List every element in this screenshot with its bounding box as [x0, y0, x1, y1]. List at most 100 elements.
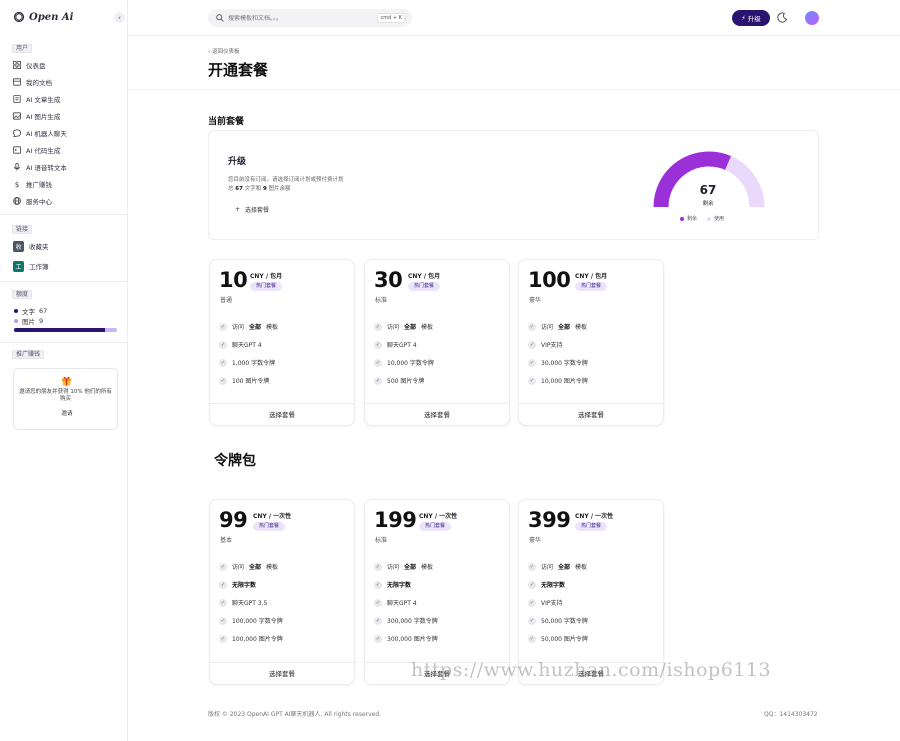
feature-text: 聊天GPT 4: [387, 342, 417, 349]
feature-bold: 全部: [249, 564, 262, 571]
divider: [0, 214, 128, 215]
upgrade-button[interactable]: ⚡ 升级: [732, 10, 770, 26]
sidebar-item-chat[interactable]: AI 机器人聊天: [13, 128, 67, 138]
brand[interactable]: Open Ai: [13, 11, 73, 23]
chat-icon: [13, 129, 21, 137]
choose-pack-button[interactable]: 选择套餐: [210, 662, 354, 684]
check-icon: ✓: [528, 598, 536, 607]
feature-bold: 全部: [404, 324, 417, 331]
images-balance: 9: [262, 186, 267, 192]
check-icon: ✓: [374, 580, 382, 589]
sidebar-item-speech[interactable]: AI 语音转文本: [13, 162, 67, 172]
plan-tier: 普通: [220, 297, 233, 304]
image-icon: [13, 112, 21, 120]
feature-item: ✓ 聊天GPT 4: [374, 340, 417, 349]
footer-contact: QQ：1414303472: [764, 711, 818, 718]
token-packs-heading: 令牌包: [214, 453, 256, 469]
feature-item: ✓ 无限字数: [374, 580, 411, 589]
grid-icon: [13, 61, 21, 69]
check-icon: ✓: [374, 322, 382, 331]
feature-item: ✓ 访问 全部 模板: [219, 322, 278, 331]
feature-text: 访问: [387, 324, 400, 331]
brand-name: Open Ai: [29, 11, 74, 23]
sidebar-item-dashboard[interactable]: 仪表盘: [13, 60, 46, 70]
plan-tier: 标准: [375, 297, 388, 304]
plan-price: 30: [374, 268, 403, 292]
sidebar-item-favorites[interactable]: 收 收藏夹: [13, 240, 49, 252]
pack-unit: CNY / 一次性: [575, 513, 614, 520]
feature-item: ✓ 10,000 字数令牌: [374, 358, 434, 367]
sidebar-item-image[interactable]: AI 图片生成: [13, 111, 60, 121]
feature-item: ✓ 聊天GPT 4: [219, 340, 262, 349]
footer-copyright: 版权 © 2023 OpenAI GPT AI聊天机器人. All rights…: [208, 711, 382, 718]
document-icon: [13, 95, 21, 103]
sidebar-item-documents[interactable]: 我的文档: [13, 77, 52, 87]
feature-item: ✓ 访问 全部 模板: [219, 562, 278, 571]
avatar[interactable]: [805, 11, 819, 25]
sidebar-item-support[interactable]: 服务中心: [13, 196, 52, 206]
favorites-badge-icon: 收: [13, 240, 24, 252]
search-bar[interactable]: cmd + K: [208, 9, 412, 27]
quota-images: 图片 9: [14, 316, 43, 326]
back-link[interactable]: ‹ 返回仪表板: [208, 47, 239, 55]
sidebar-item-article[interactable]: AI 文章生成: [13, 94, 60, 104]
collapse-sidebar-button[interactable]: ‹: [114, 12, 125, 23]
feature-item: ✓ 访问 全部 模板: [528, 322, 587, 331]
feature-item: ✓ 访问 全部 模板: [374, 322, 433, 331]
choose-plan-button[interactable]: 选择套餐: [365, 403, 509, 425]
shortcut-hint: cmd + K: [376, 13, 406, 23]
images-dot-icon: [14, 319, 18, 323]
sidebar-item-workbook[interactable]: 工 工作簿: [13, 260, 49, 272]
hot-badge: 热门套餐: [575, 282, 608, 291]
feature-text: 100 图片令牌: [232, 378, 270, 385]
feature-item: ✓ 访问 全部 模板: [374, 562, 433, 571]
check-icon: ✓: [219, 634, 227, 643]
used-dot-icon: [707, 216, 712, 221]
check-icon: ✓: [219, 562, 227, 571]
feature-text: 100,000 字数令牌: [232, 618, 283, 625]
plan-card: 10 CNY / 包月 热门套餐 普通 ✓ 访问 全部 模板 ✓ 聊天GPT 4 ✓…: [209, 259, 355, 426]
feature-bold: 无限字数: [541, 582, 566, 589]
check-icon: ✓: [528, 634, 536, 643]
check-icon: ✓: [528, 358, 536, 367]
promo-text: 邀请您的朋友并获得 10% 他们的所有购买: [19, 389, 112, 402]
pack-card: 199 CNY / 一次性 热门套餐 标准 ✓ 访问 全部 模板 ✓ 无限字数 ✓ 聊…: [364, 499, 510, 685]
desc-mid: 文字和: [244, 186, 262, 192]
sidebar-item-affiliate[interactable]: $ 推广赚钱: [13, 179, 52, 189]
gauge-value: 67: [699, 183, 717, 197]
check-icon: ✓: [374, 598, 382, 607]
check-icon: ✓: [528, 322, 536, 331]
quota-images-value: 9: [39, 317, 44, 325]
search-input[interactable]: [228, 14, 368, 22]
dark-mode-toggle-icon[interactable]: [777, 12, 788, 23]
choose-plan-button[interactable]: 选择套餐: [210, 403, 354, 425]
pack-tier: 豪华: [529, 537, 542, 544]
desc-line1: 您目前没有订阅。请选择订阅计划或预付费计划: [228, 177, 344, 183]
legend-used-label: 使用: [714, 216, 725, 222]
section-label-promo: 推广赚钱: [12, 350, 45, 359]
choose-plan-link[interactable]: + 选择套餐: [235, 205, 269, 214]
feature-item: ✓ 访问 全部 模板: [528, 562, 587, 571]
feature-text: 访问: [541, 564, 554, 571]
sidebar-item-code[interactable]: AI 代码生成: [13, 145, 60, 155]
sidebar-item-label: AI 代码生成: [26, 147, 61, 155]
check-icon: ✓: [528, 580, 536, 589]
hot-badge: 热门套餐: [408, 282, 441, 291]
plan-price: 10: [219, 268, 248, 292]
current-plan-description: 您目前没有订阅。请选择订阅计划或预付费计划 总 67 文字和 9 图片余额: [228, 176, 344, 194]
watermark: https://www.huzhan.com/ishop6113: [411, 659, 772, 681]
pack-unit: CNY / 一次性: [419, 513, 458, 520]
feature-text: 模板: [421, 324, 434, 331]
check-icon: ✓: [219, 580, 227, 589]
search-icon: [216, 14, 224, 22]
quota-images-label: 图片: [22, 318, 35, 326]
invite-button[interactable]: 邀请: [58, 409, 76, 419]
remaining-dot-icon: [680, 216, 684, 221]
svg-text:$: $: [15, 180, 20, 188]
feature-bold: 无限字数: [232, 582, 257, 589]
sidebar-item-label: 我的文档: [26, 79, 52, 87]
choose-plan-button[interactable]: 选择套餐: [519, 403, 663, 425]
words-balance: 67: [235, 186, 243, 192]
check-icon: ✓: [374, 376, 382, 385]
pack-price: 199: [374, 508, 417, 532]
